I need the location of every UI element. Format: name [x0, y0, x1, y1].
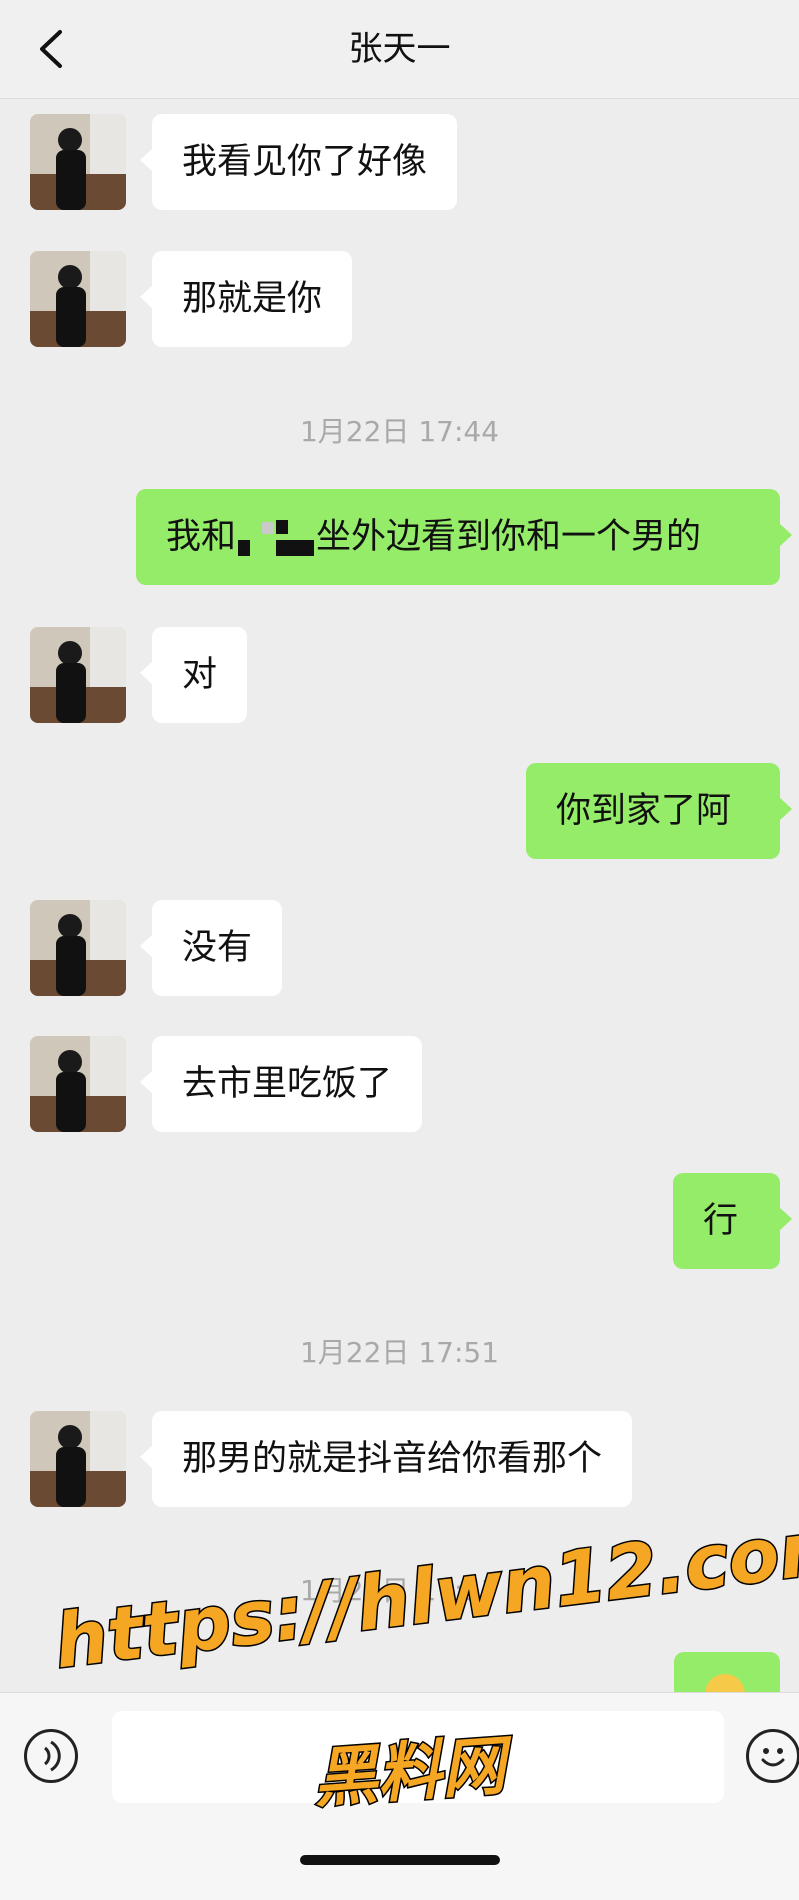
avatar-photo-icon: [30, 900, 126, 996]
timestamp: 1月22日 17:44: [299, 415, 500, 448]
message-bubble-incoming[interactable]: 我看见你了好像: [139, 114, 458, 210]
message-bubble-outgoing[interactable]: 行: [673, 1173, 792, 1269]
contact-avatar[interactable]: [30, 900, 126, 996]
watermark-label: 黑料网: [310, 1728, 510, 1818]
message-bubble-outgoing[interactable]: 我和 坐外边看到你和一个男的: [136, 489, 792, 585]
message-bubble-outgoing[interactable]: 你到家了阿: [526, 763, 792, 859]
message-text: 坐外边看到你和一个男的: [316, 517, 702, 557]
chat-header: 张天一: [0, 0, 799, 99]
contact-avatar[interactable]: [30, 251, 126, 347]
contact-avatar[interactable]: [30, 1411, 126, 1507]
message-bubble-incoming[interactable]: 去市里吃饭了: [139, 1036, 423, 1132]
timestamp: 1月22日 17:51: [299, 1336, 500, 1369]
contact-avatar[interactable]: [30, 627, 126, 723]
message-bubble-incoming[interactable]: 没有: [139, 900, 283, 996]
message-bubble-incoming[interactable]: 那就是你: [139, 251, 353, 347]
contact-avatar[interactable]: [30, 114, 126, 210]
chat-title: 张天一: [348, 29, 451, 69]
contact-avatar[interactable]: [30, 1036, 126, 1132]
avatar-photo-icon: [30, 1411, 126, 1507]
voice-input-icon[interactable]: [24, 1729, 78, 1783]
home-indicator[interactable]: [300, 1855, 500, 1865]
avatar-photo-icon: [30, 627, 126, 723]
avatar-photo-icon: [30, 114, 126, 210]
message-bubble-incoming[interactable]: 对: [139, 627, 248, 723]
pixelated-redaction: [236, 518, 316, 558]
message-text: 我和: [166, 517, 237, 557]
emoji-icon[interactable]: [746, 1729, 799, 1783]
avatar-photo-icon: [30, 251, 126, 347]
avatar-photo-icon: [30, 1036, 126, 1132]
message-bubble-incoming[interactable]: 那男的就是抖音给你看那个: [139, 1411, 633, 1507]
